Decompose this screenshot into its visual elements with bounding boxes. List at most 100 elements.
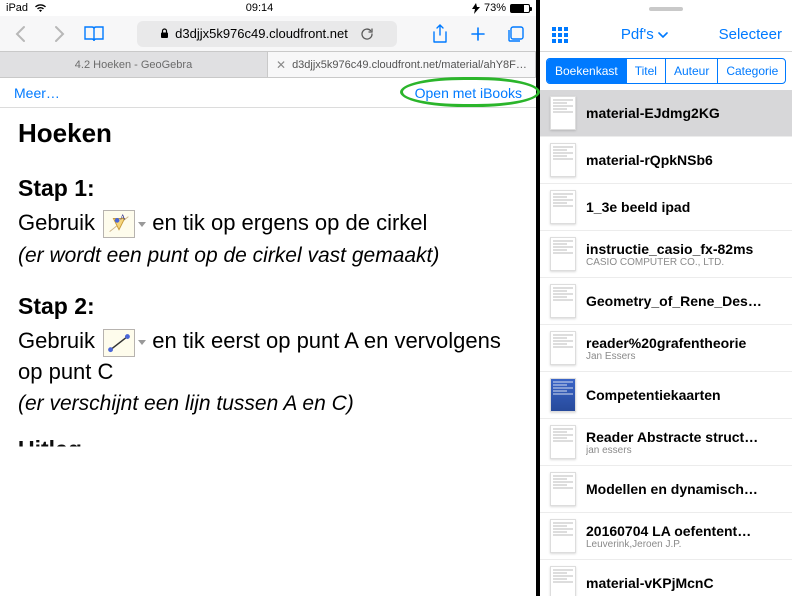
doc-title: reader%20grafentheorie [586, 335, 746, 351]
doc-title: Modellen en dynamisch… [586, 481, 758, 497]
text: Gebruik [18, 328, 101, 353]
list-item[interactable]: Modellen en dynamisch… [540, 466, 792, 513]
address-bar[interactable]: d3djjx5k976c49.cloudfront.net [137, 21, 397, 47]
doc-title: instructie_casio_fx-82ms [586, 241, 753, 257]
list-item[interactable]: 1_3e beeld ipad [540, 184, 792, 231]
tab-0[interactable]: 4.2 Hoeken - GeoGebra [0, 52, 268, 77]
segment-tool-icon [103, 329, 135, 357]
doc-thumbnail [550, 519, 576, 553]
doc-title: Competentiekaarten [586, 387, 721, 403]
document-list[interactable]: material-EJdmg2KG material-rQpkNSb6 1_3e b… [540, 90, 792, 596]
chevron-down-icon [658, 32, 668, 38]
doc-info: material-vKPjMcnC [586, 575, 714, 591]
step1-body: Gebruik A en tik op ergens op de cirkel [18, 208, 518, 238]
doc-title: Geometry_of_Rene_Des… [586, 293, 762, 309]
share-button[interactable] [428, 22, 452, 46]
doc-thumbnail [550, 331, 576, 365]
step2-note: (er verschijnt een lijn tussen A en C) [18, 390, 518, 417]
doc-thumbnail [550, 190, 576, 224]
bookmarks-button[interactable] [82, 22, 106, 46]
doc-title: material-rQpkNSb6 [586, 152, 713, 168]
list-item[interactable]: Competentiekaarten [540, 372, 792, 419]
reload-icon[interactable] [360, 27, 374, 41]
doc-subtitle: jan essers [586, 445, 758, 456]
seg-auteur[interactable]: Auteur [666, 59, 718, 83]
list-item[interactable]: material-rQpkNSb6 [540, 137, 792, 184]
doc-title: Reader Abstracte struct… [586, 429, 758, 445]
list-item[interactable]: instructie_casio_fx-82msCASIO COMPUTER C… [540, 231, 792, 278]
list-item[interactable]: material-vKPjMcnC [540, 560, 792, 596]
back-button[interactable] [8, 22, 32, 46]
doc-info: Reader Abstracte struct…jan essers [586, 429, 758, 456]
step1-note: (er wordt een punt op de cirkel vast gem… [18, 242, 518, 269]
doc-thumbnail [550, 96, 576, 130]
doc-subtitle: CASIO COMPUTER CO., LTD. [586, 257, 753, 268]
dropdown-caret-icon [138, 222, 146, 227]
text: en tik op ergens op de cirkel [146, 210, 427, 235]
point-tool-icon: A [103, 210, 135, 238]
tab-label: d3djjx5k976c49.cloudfront.net/material/a… [292, 59, 527, 71]
list-item[interactable]: Geometry_of_Rene_Des… [540, 278, 792, 325]
wifi-icon [34, 3, 47, 13]
tabs-button[interactable] [504, 22, 528, 46]
sort-segmented-control[interactable]: Boekenkast Titel Auteur Categorie [546, 58, 786, 84]
doc-thumbnail [550, 472, 576, 506]
open-ibooks-link[interactable]: Open met iBooks [415, 85, 522, 101]
doc-info: 1_3e beeld ipad [586, 199, 690, 215]
new-tab-button[interactable] [466, 22, 490, 46]
tab-1[interactable]: ✕ d3djjx5k976c49.cloudfront.net/material… [268, 52, 536, 77]
dropdown-caret-icon [138, 340, 146, 345]
doc-info: material-EJdmg2KG [586, 105, 720, 121]
forward-button[interactable] [48, 22, 72, 46]
doc-info: reader%20grafentheorieJan Essers [586, 335, 746, 362]
doc-info: material-rQpkNSb6 [586, 152, 713, 168]
seg-titel[interactable]: Titel [627, 59, 666, 83]
tab-label: 4.2 Hoeken - GeoGebra [75, 59, 192, 71]
seg-boekenkast[interactable]: Boekenkast [547, 59, 627, 83]
battery-pct: 73% [484, 2, 506, 14]
doc-title: 1_3e beeld ipad [586, 199, 690, 215]
open-in-banner: Meer… Open met iBooks [0, 78, 536, 108]
close-tab-icon[interactable]: ✕ [276, 58, 286, 72]
list-item[interactable]: 20160704 LA oefentent…Leuverink,Jeroen J… [540, 513, 792, 560]
text: Gebruik [18, 210, 101, 235]
tab-strip: 4.2 Hoeken - GeoGebra ✕ d3djjx5k976c49.c… [0, 52, 536, 78]
collection-label: Pdf's [621, 26, 654, 43]
doc-thumbnail [550, 284, 576, 318]
list-item[interactable]: material-EJdmg2KG [540, 90, 792, 137]
doc-info: Modellen en dynamisch… [586, 481, 758, 497]
doc-info: 20160704 LA oefentent…Leuverink,Jeroen J… [586, 523, 751, 550]
select-button[interactable]: Selecteer [719, 26, 782, 43]
clock: 09:14 [47, 2, 472, 14]
doc-thumbnail [550, 566, 576, 596]
charging-icon [472, 3, 480, 14]
doc-thumbnail [550, 425, 576, 459]
doc-thumbnail [550, 378, 576, 412]
doc-subtitle: Leuverink,Jeroen J.P. [586, 539, 751, 550]
more-link[interactable]: Meer… [14, 85, 60, 101]
doc-thumbnail [550, 143, 576, 177]
step1-heading: Stap 1: [18, 175, 518, 202]
doc-title: material-vKPjMcnC [586, 575, 714, 591]
seg-categorie[interactable]: Categorie [718, 59, 786, 83]
doc-info: Geometry_of_Rene_Des… [586, 293, 762, 309]
doc-subtitle: Jan Essers [586, 351, 746, 362]
battery-icon [510, 4, 530, 13]
list-item[interactable]: Reader Abstracte struct…jan essers [540, 419, 792, 466]
doc-title: material-EJdmg2KG [586, 105, 720, 121]
grabber[interactable] [540, 0, 792, 18]
doc-info: Competentiekaarten [586, 387, 721, 403]
document-content: Hoeken Stap 1: Gebruik A en tik op ergen… [0, 108, 536, 596]
uitleg-heading: Uitleg [18, 436, 518, 463]
grid-view-button[interactable] [550, 25, 570, 45]
browser-toolbar: d3djjx5k976c49.cloudfront.net [0, 16, 536, 52]
step2-body: Gebruik en tik eerst op punt A en vervol… [18, 326, 518, 386]
doc-thumbnail [550, 237, 576, 271]
svg-text:A: A [120, 213, 126, 222]
address-host: d3djjx5k976c49.cloudfront.net [175, 26, 348, 41]
list-item[interactable]: reader%20grafentheorieJan Essers [540, 325, 792, 372]
collection-dropdown[interactable]: Pdf's [621, 26, 668, 43]
doc-title: 20160704 LA oefentent… [586, 523, 751, 539]
status-bar: iPad 09:14 73% [0, 0, 536, 16]
carrier-label: iPad [6, 2, 28, 14]
